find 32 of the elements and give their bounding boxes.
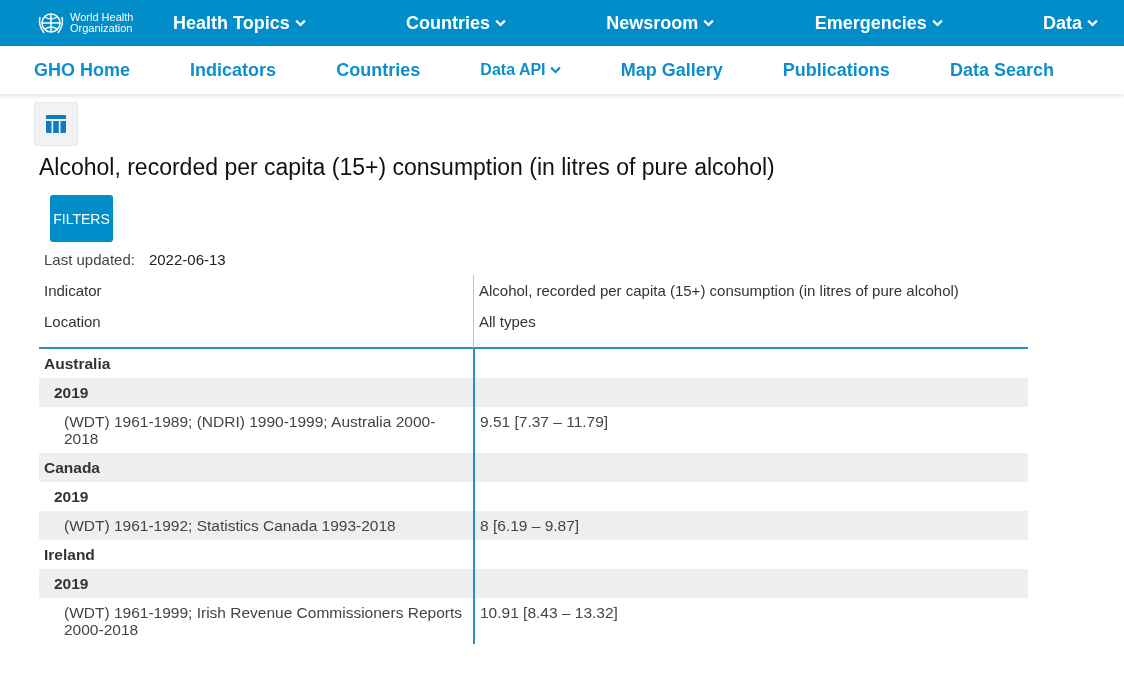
group-label-cell: Canada (39, 453, 473, 482)
last-updated-label: Last updated: (44, 251, 135, 268)
source-cell: (WDT) 1961-1992; Statistics Canada 1993-2018 (39, 511, 473, 540)
nav-link[interactable]: Indicators (190, 59, 277, 81)
header-value: Alcohol, recorded per capita (15+) consumption (in litres of pure alcohol) (473, 275, 1028, 303)
nav-link[interactable]: Map Gallery (620, 59, 723, 81)
nav-link[interactable]: Data (1043, 12, 1098, 34)
nav-link[interactable]: GHO Home (34, 59, 130, 81)
table-icon (46, 115, 66, 133)
nav-link[interactable]: Health Topics (173, 12, 306, 34)
nav-link[interactable]: Newsroom (606, 12, 715, 34)
chevron-down-icon (931, 19, 943, 27)
nav-link[interactable]: Publications (782, 59, 890, 81)
nav-link[interactable]: Data Search (949, 59, 1054, 81)
last-updated-date: 2022-06-13 (148, 251, 226, 268)
nav-link[interactable]: Emergencies (814, 12, 943, 34)
nav-link[interactable]: Countries (336, 59, 421, 81)
header-label: Indicator (43, 281, 103, 301)
chevron-down-icon (294, 19, 306, 27)
group-label-cell: 2019 (39, 378, 473, 407)
value-cell: 8 [6.19 – 9.87] (473, 511, 1028, 540)
nav-link[interactable]: Data API (480, 61, 561, 79)
chevron-down-icon (1087, 19, 1098, 27)
filters-button[interactable]: FILTERS (50, 195, 113, 242)
chevron-down-icon (703, 19, 715, 27)
nav-link[interactable]: Countries (406, 12, 506, 34)
table-view-button[interactable] (34, 102, 78, 146)
group-label-cell: 2019 (39, 569, 473, 598)
chevron-down-icon (495, 19, 506, 27)
page-title: Alcohol, recorded per capita (15+) consumption (in litres of pure alcohol) (39, 154, 776, 181)
chevron-down-icon (549, 66, 561, 74)
logo-text[interactable]: World Health Organization (70, 12, 142, 34)
